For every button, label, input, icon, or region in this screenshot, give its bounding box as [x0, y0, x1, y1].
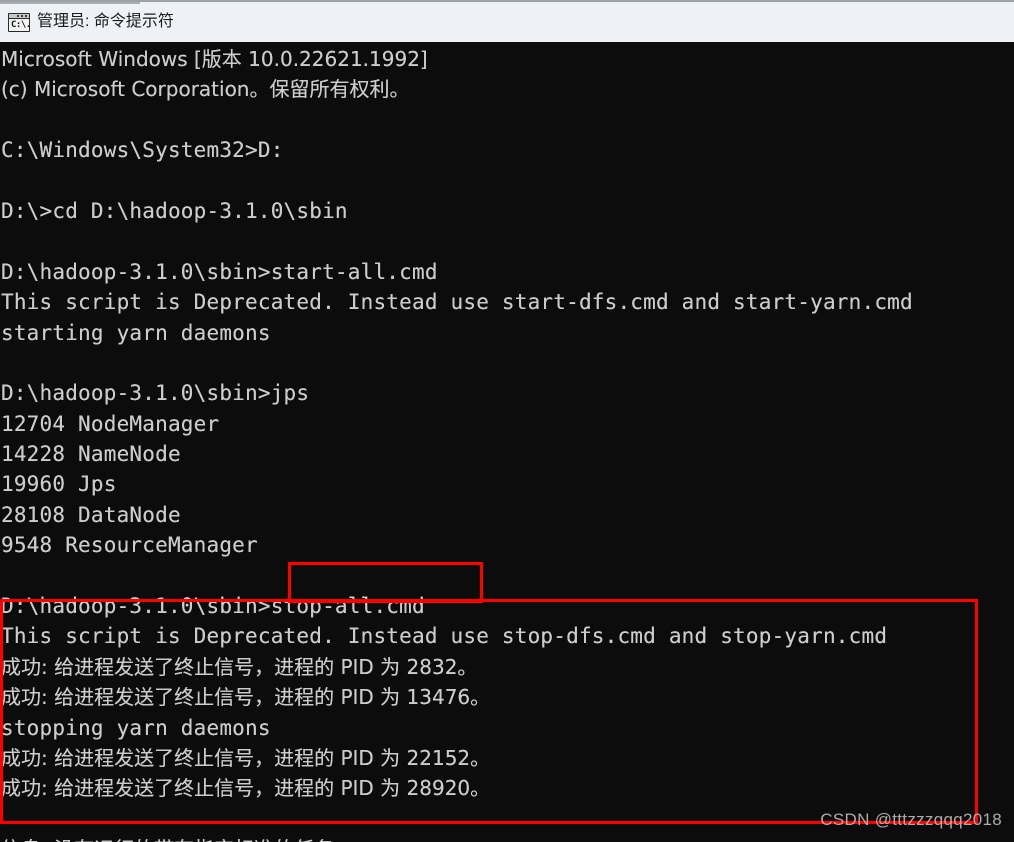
- console-line: 成功: 给进程发送了终止信号，进程的 PID 为 2832。: [1, 654, 478, 679]
- console-line: 14228 NameNode: [1, 442, 181, 467]
- window-titlebar[interactable]: C:\. 管理员: 命令提示符: [0, 0, 1014, 42]
- console-line: D:\>cd D:\hadoop-3.1.0\sbin: [1, 198, 348, 223]
- console-line: 9548 ResourceManager: [1, 533, 258, 558]
- console-output-area[interactable]: Microsoft Windows [版本 10.0.22621.1992] (c…: [0, 42, 1014, 842]
- console-line: 19960 Jps: [1, 472, 117, 497]
- console-line: stopping yarn daemons: [1, 715, 271, 740]
- console-line: Microsoft Windows [版本 10.0.22621.1992]: [1, 47, 428, 71]
- console-line: This script is Deprecated. Instead use s…: [1, 624, 888, 649]
- console-line: 成功: 给进程发送了终止信号，进程的 PID 为 22152。: [1, 745, 491, 770]
- csdn-watermark: CSDN @tttzzzqqq2018: [820, 810, 1002, 829]
- console-line: 成功: 给进程发送了终止信号，进程的 PID 为 28920。: [1, 776, 491, 801]
- console-line: D:\hadoop-3.1.0\sbin>start-all.cmd: [1, 259, 438, 284]
- console-line: starting yarn daemons: [1, 320, 271, 345]
- titlebar-top-edge: [0, 2, 140, 4]
- console-line: D:\hadoop-3.1.0\sbin>stop-all.cmd: [1, 594, 425, 619]
- console-line: This script is Deprecated. Instead use s…: [1, 290, 913, 315]
- window-title: 管理员: 命令提示符: [37, 13, 174, 30]
- console-line: (c) Microsoft Corporation。保留所有权利。: [1, 77, 410, 102]
- console-line-list: Microsoft Windows [版本 10.0.22621.1992] (c…: [0, 44, 1014, 842]
- console-line: D:\hadoop-3.1.0\sbin>jps: [1, 381, 310, 406]
- cmd-icon-prompt-glyph: C:\.: [11, 19, 31, 30]
- console-line: C:\Windows\System32>D:: [1, 138, 284, 163]
- console-line: 28108 DataNode: [1, 502, 181, 527]
- command-prompt-window: C:\. 管理员: 命令提示符 Microsoft Windows [版本 10…: [0, 0, 1014, 842]
- cmd-window-icon: C:\.: [8, 12, 31, 32]
- console-line: 12704 NodeManager: [1, 411, 220, 436]
- console-line: 成功: 给进程发送了终止信号，进程的 PID 为 13476。: [1, 685, 491, 710]
- console-line: 信息: 没有运行的带有指定标准的任务。: [0, 834, 1014, 842]
